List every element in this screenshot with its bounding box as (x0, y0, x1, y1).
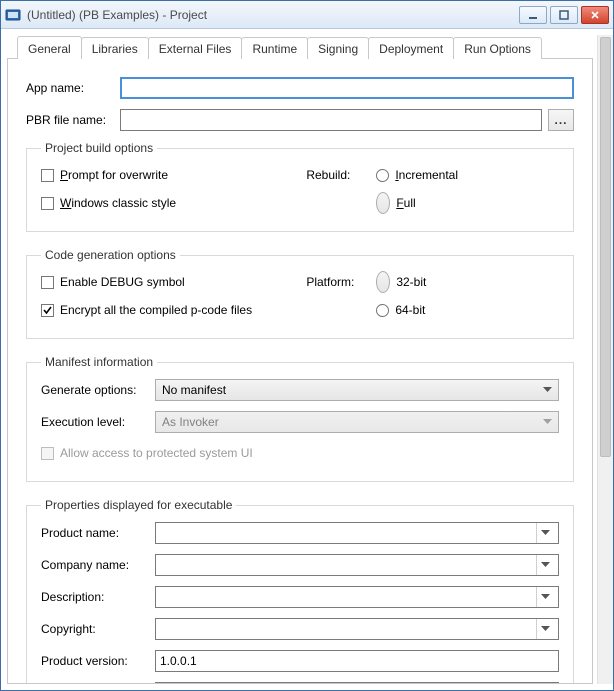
company-name-label: Company name: (41, 558, 155, 572)
app-icon (5, 7, 21, 23)
chevron-down-icon (543, 387, 552, 393)
product-version-input[interactable] (155, 650, 559, 672)
scrollbar-thumb[interactable] (600, 37, 611, 457)
pbr-browse-button[interactable]: ... (548, 109, 574, 131)
group-manifest-legend: Manifest information (41, 355, 157, 369)
radio-64bit[interactable]: 64-bit (376, 303, 425, 317)
platform-label: Platform: (306, 275, 376, 289)
chk-enable-debug[interactable]: Enable DEBUG symbol (41, 272, 306, 292)
chk-enable-debug-label: Enable DEBUG symbol (60, 275, 185, 289)
copyright-label: Copyright: (41, 622, 155, 636)
chevron-down-icon[interactable] (536, 555, 554, 575)
checkbox-icon (41, 447, 54, 460)
checkbox-icon (41, 169, 54, 182)
chevron-down-icon[interactable] (536, 619, 554, 639)
chevron-down-icon (543, 419, 552, 425)
company-name-input[interactable] (160, 558, 536, 572)
pbr-file-label: PBR file name: (26, 113, 120, 127)
checkbox-icon (41, 197, 54, 210)
group-manifest: Manifest information Generate options: N… (26, 355, 574, 482)
copyright-combo[interactable] (155, 618, 559, 640)
radio-icon (376, 192, 390, 214)
exec-level-label: Execution level: (41, 415, 155, 429)
tab-signing[interactable]: Signing (307, 37, 369, 59)
close-button[interactable] (581, 6, 609, 24)
chk-classic-style[interactable]: Windows classic style (41, 193, 306, 213)
app-name-label: App name: (26, 81, 120, 95)
minimize-button[interactable] (519, 6, 547, 24)
chk-prompt-overwrite[interactable]: Prompt for overwrite (41, 165, 306, 185)
rebuild-label: Rebuild: (306, 168, 376, 182)
tab-libraries[interactable]: Libraries (81, 37, 149, 59)
chk-encrypt-pcode[interactable]: Encrypt all the compiled p-code files (41, 300, 306, 320)
group-build-options-legend: Project build options (41, 141, 157, 155)
product-version-label: Product version: (41, 654, 155, 668)
maximize-button[interactable] (550, 6, 578, 24)
generate-options-select[interactable]: No manifest (155, 379, 559, 401)
description-combo[interactable] (155, 586, 559, 608)
radio-32bit[interactable]: 32-bit (376, 271, 426, 293)
company-name-combo[interactable] (155, 554, 559, 576)
description-label: Description: (41, 590, 155, 604)
tab-runtime[interactable]: Runtime (241, 37, 308, 59)
radio-incremental[interactable]: Incremental (376, 168, 458, 182)
file-version-input[interactable] (155, 682, 559, 684)
group-exe-props: Properties displayed for executable Prod… (26, 498, 574, 684)
group-code-gen: Code generation options Enable DEBUG sym… (26, 248, 574, 339)
group-exe-props-legend: Properties displayed for executable (41, 498, 236, 512)
tabpage-general: App name: PBR file name: ... Project bui… (7, 58, 593, 684)
radio-icon (376, 271, 390, 293)
vertical-scrollbar[interactable] (597, 35, 613, 684)
tab-strip: General Libraries External Files Runtime… (7, 35, 593, 59)
tab-deployment[interactable]: Deployment (368, 37, 454, 59)
chk-encrypt-pcode-label: Encrypt all the compiled p-code files (60, 303, 252, 317)
generate-options-label: Generate options: (41, 383, 155, 397)
radio-icon (376, 169, 389, 182)
tab-general[interactable]: General (17, 36, 82, 59)
product-name-input[interactable] (160, 526, 536, 540)
chevron-down-icon[interactable] (536, 587, 554, 607)
radio-full[interactable]: Full (376, 192, 415, 214)
chk-protected-ui: Allow access to protected system UI (41, 443, 559, 463)
app-name-input[interactable] (120, 77, 574, 99)
radio-icon (376, 304, 389, 317)
checkbox-icon (41, 276, 54, 289)
titlebar[interactable]: (Untitled) (PB Examples) - Project (1, 1, 613, 29)
product-name-combo[interactable] (155, 522, 559, 544)
project-window: (Untitled) (PB Examples) - Project Gener… (0, 0, 614, 691)
description-input[interactable] (160, 590, 536, 604)
exec-level-select: As Invoker (155, 411, 559, 433)
checkbox-icon (41, 304, 54, 317)
copyright-input[interactable] (160, 622, 536, 636)
chevron-down-icon[interactable] (536, 523, 554, 543)
tab-run-options[interactable]: Run Options (453, 37, 542, 59)
product-name-label: Product name: (41, 526, 155, 540)
pbr-file-input[interactable] (120, 109, 542, 131)
group-build-options: Project build options Prompt for overwri… (26, 141, 574, 232)
tab-external-files[interactable]: External Files (148, 37, 243, 59)
chk-protected-ui-label: Allow access to protected system UI (60, 446, 253, 460)
window-title: (Untitled) (PB Examples) - Project (27, 8, 519, 22)
group-code-gen-legend: Code generation options (41, 248, 180, 262)
